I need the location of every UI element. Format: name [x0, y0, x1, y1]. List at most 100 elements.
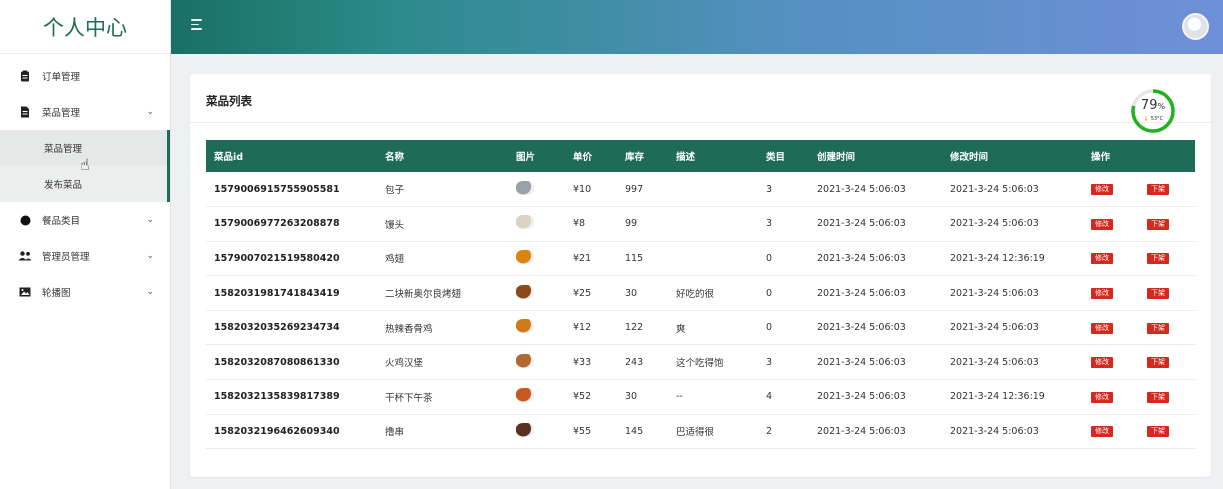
cell-stock: 30 — [625, 287, 638, 299]
submenu-item-label: 发布菜品 — [44, 180, 83, 191]
cell-modified-time: 2021-3-24 12:36:19 — [950, 252, 1045, 264]
cell-description — [668, 241, 758, 276]
cell-category: 3 — [766, 218, 773, 230]
dish-table: 菜品id 名称 图片 单价 库存 描述 类目 创建时间 修改时间 操作 1579… — [206, 140, 1195, 449]
cell-actions: 修改 下架 — [1083, 241, 1195, 276]
cell-name: 二块新奥尔良烤翅 — [385, 289, 462, 301]
cell-created-time: 2021-3-24 5:06:03 — [817, 218, 906, 230]
sidebar-item-label: 订单管理 — [42, 72, 81, 83]
chevron-down-icon: ⌄ — [146, 251, 154, 261]
cell-price: ¥10 — [573, 183, 592, 195]
cell-category: 3 — [766, 356, 773, 368]
edit-button[interactable]: 修改 — [1091, 391, 1113, 403]
sidebar-item-label: 管理员管理 — [42, 252, 90, 263]
dish-thumbnail — [516, 422, 534, 437]
take-off-shelf-button[interactable]: 下架 — [1147, 218, 1169, 230]
cell-modified-time: 2021-3-24 5:06:03 — [950, 425, 1039, 437]
column-header: 图片 — [516, 152, 536, 163]
brand-title: 个人中心 — [0, 0, 170, 54]
cell-image — [508, 172, 565, 207]
sidebar-item-label: 菜品管理 — [42, 108, 81, 119]
column-header: 库存 — [625, 152, 645, 163]
cell-category: 4 — [766, 391, 773, 403]
clipboard-icon — [18, 69, 32, 83]
sidebar-item-admins[interactable]: 管理员管理 ⌄ — [0, 238, 170, 274]
circle-icon — [18, 213, 32, 227]
cell-price: ¥12 — [573, 322, 592, 334]
edit-button[interactable]: 修改 — [1091, 426, 1113, 438]
cell-stock: 243 — [625, 356, 644, 368]
cell-name: 热辣香骨鸡 — [385, 323, 433, 335]
take-off-shelf-button[interactable]: 下架 — [1147, 357, 1169, 369]
chevron-down-icon: ⌄ — [146, 215, 154, 225]
cell-created-time: 2021-3-24 5:06:03 — [817, 356, 906, 368]
cell-created-time: 2021-3-24 5:06:03 — [817, 391, 906, 403]
table-row: 1582032196462609340 撸串 ¥55 145 巴适得很 2 2021-3-2… — [206, 414, 1195, 449]
top-header — [171, 0, 1223, 54]
cell-modified-time: 2021-3-24 5:06:03 — [950, 322, 1039, 334]
cell-image — [508, 276, 565, 311]
cell-category: 0 — [766, 322, 773, 334]
cell-dish-id: 1579007021519580420 — [214, 252, 340, 264]
cell-actions: 修改 下架 — [1083, 414, 1195, 449]
cell-created-time: 2021-3-24 5:06:03 — [817, 252, 906, 264]
cell-category: 3 — [766, 183, 773, 195]
edit-button[interactable]: 修改 — [1091, 357, 1113, 369]
cell-created-time: 2021-3-24 5:06:03 — [817, 183, 906, 195]
users-icon — [18, 249, 32, 263]
cell-description: 好吃的很 — [676, 289, 715, 301]
table-row: 1579006915755905581 包子 ¥10 997 3 2021-3-24 5:… — [206, 172, 1195, 207]
chevron-down-icon: ⌄ — [146, 287, 154, 297]
dish-thumbnail — [516, 388, 534, 403]
cell-stock: 30 — [625, 391, 638, 403]
cell-actions: 修改 下架 — [1083, 172, 1195, 207]
cell-name: 撸串 — [385, 427, 405, 439]
menu-toggle-icon[interactable] — [191, 19, 205, 33]
cell-category: 0 — [766, 287, 773, 299]
sidebar-item-categories[interactable]: 餐品类目 ⌄ — [0, 202, 170, 238]
sidebar-item-orders[interactable]: 订单管理 — [0, 58, 170, 94]
edit-button[interactable]: 修改 — [1091, 253, 1113, 265]
edit-button[interactable]: 修改 — [1091, 218, 1113, 230]
cell-created-time: 2021-3-24 5:06:03 — [817, 322, 906, 334]
column-header: 单价 — [573, 152, 593, 163]
edit-button[interactable]: 修改 — [1091, 288, 1113, 300]
cell-modified-time: 2021-3-24 5:06:03 — [950, 287, 1039, 299]
cell-image — [508, 414, 565, 449]
submenu-item-label: 菜品管理 — [44, 144, 83, 155]
take-off-shelf-button[interactable]: 下架 — [1147, 253, 1169, 265]
take-off-shelf-button[interactable]: 下架 — [1147, 391, 1169, 403]
cell-actions: 修改 下架 — [1083, 207, 1195, 242]
cell-image — [508, 207, 565, 242]
cell-dish-id: 1579006915755905581 — [214, 183, 340, 195]
cell-price: ¥55 — [573, 425, 592, 437]
take-off-shelf-button[interactable]: 下架 — [1147, 322, 1169, 334]
file-icon — [18, 105, 32, 119]
cell-dish-id: 1582032087080861330 — [214, 356, 340, 368]
take-off-shelf-button[interactable]: 下架 — [1147, 288, 1169, 300]
dish-thumbnail — [516, 353, 534, 368]
cell-stock: 99 — [625, 218, 638, 230]
cell-price: ¥8 — [573, 218, 586, 230]
take-off-shelf-button[interactable]: 下架 — [1147, 426, 1169, 438]
sidebar-item-dish-management[interactable]: 菜品管理 ⌄ — [0, 94, 170, 130]
table-body: 1579006915755905581 包子 ¥10 997 3 2021-3-24 5:… — [206, 172, 1195, 449]
dish-list-card: 菜品列表 79% 🌡 53°C 菜品id 名称 图片 单价 库存 描述 类目 创… — [190, 74, 1211, 477]
sidebar-item-carousel[interactable]: 轮播图 ⌄ — [0, 274, 170, 310]
avatar[interactable] — [1182, 13, 1209, 40]
cell-description: 巴适得很 — [676, 427, 715, 439]
cell-dish-id: 1582032196462609340 — [214, 425, 340, 437]
cell-created-time: 2021-3-24 5:06:03 — [817, 287, 906, 299]
column-header: 创建时间 — [817, 152, 856, 163]
sidebar: 个人中心 订单管理 菜品管理 ⌄ 菜品管理 发布菜品 餐品类目 ⌄ 管理员管理 … — [0, 0, 171, 489]
cell-actions: 修改 下架 — [1083, 345, 1195, 380]
edit-button[interactable]: 修改 — [1091, 322, 1113, 334]
cell-modified-time: 2021-3-24 12:36:19 — [950, 391, 1045, 403]
cell-stock: 115 — [625, 252, 644, 264]
cell-modified-time: 2021-3-24 5:06:03 — [950, 356, 1039, 368]
take-off-shelf-button[interactable]: 下架 — [1147, 184, 1169, 196]
edit-button[interactable]: 修改 — [1091, 184, 1113, 196]
cell-price: ¥52 — [573, 391, 592, 403]
cell-description: 爽 — [676, 323, 686, 335]
cell-name: 包子 — [385, 185, 405, 197]
